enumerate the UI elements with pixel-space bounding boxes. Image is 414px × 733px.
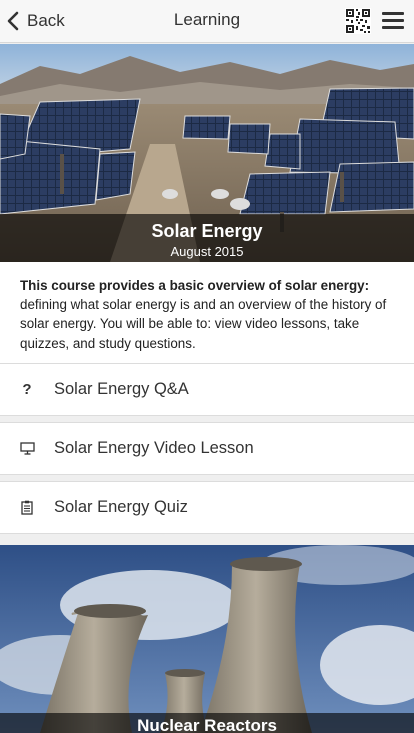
- course-caption: Solar Energy August 2015: [0, 214, 414, 262]
- course-title: Solar Energy: [151, 221, 263, 241]
- course-date: August 2015: [170, 244, 244, 259]
- course-description-bold: This course provides a basic overview of…: [20, 278, 370, 293]
- course-item-label: Solar Energy Quiz: [54, 498, 188, 516]
- course-hero-nuclear[interactable]: Nuclear Reactors: [0, 545, 414, 733]
- course-description-text: defining what solar energy is and an ove…: [20, 297, 387, 351]
- course-item-quiz[interactable]: Solar Energy Quiz: [0, 481, 414, 534]
- hamburger-menu-icon[interactable]: [382, 12, 404, 30]
- course-hero-solar[interactable]: Solar Energy August 2015: [0, 44, 414, 262]
- course-item-label: Solar Energy Video Lesson: [54, 439, 254, 457]
- course-item-label: Solar Energy Q&A: [54, 380, 189, 398]
- course-item-qa[interactable]: ? Solar Energy Q&A: [0, 363, 414, 416]
- monitor-icon: [19, 442, 35, 455]
- question-mark-icon: ?: [22, 381, 32, 398]
- course-title: Nuclear Reactors: [0, 713, 414, 733]
- qr-code-icon[interactable]: [345, 8, 371, 34]
- top-navigation-bar: Back Learning: [0, 0, 414, 43]
- cooling-towers-image: [0, 545, 414, 733]
- course-description: This course provides a basic overview of…: [0, 262, 414, 364]
- course-item-video-lesson[interactable]: Solar Energy Video Lesson: [0, 422, 414, 475]
- clipboard-icon: [21, 500, 33, 515]
